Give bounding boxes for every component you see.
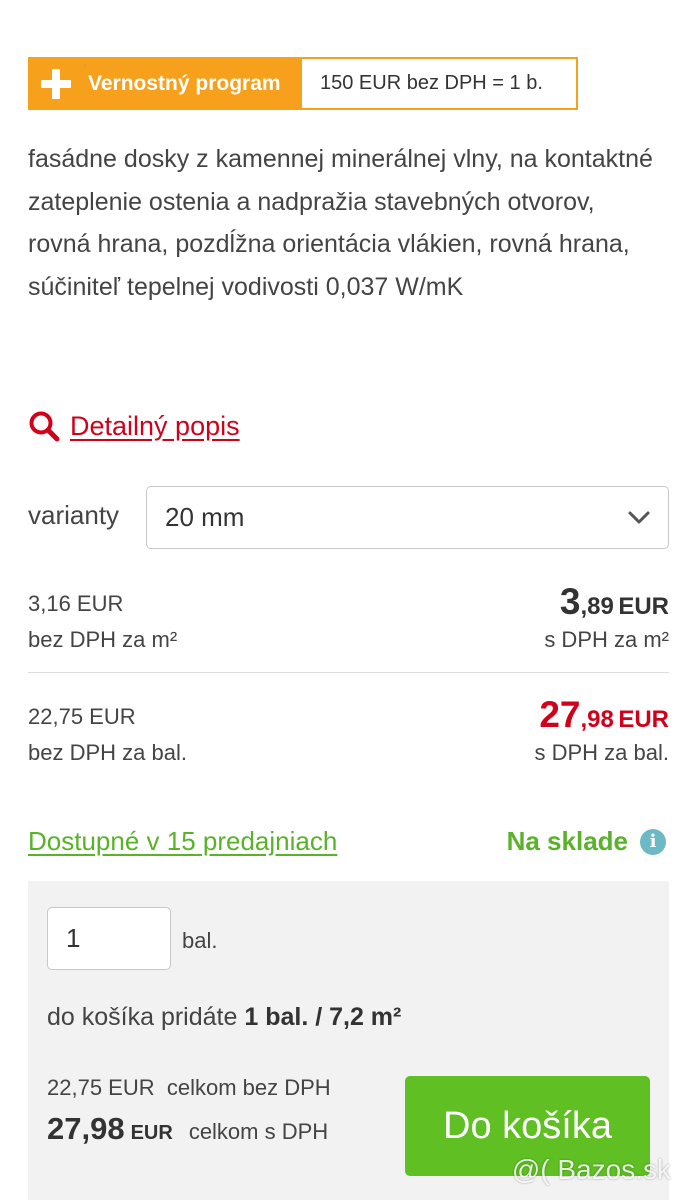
net-total: 22,75 EUR celkom bez DPH xyxy=(47,1075,331,1101)
gross-price-int: 27 xyxy=(539,694,581,735)
loyalty-banner[interactable]: Vernostný program 150 EUR bez DPH = 1 b. xyxy=(28,57,578,110)
watermark-logo-icon: @( xyxy=(511,1154,558,1185)
detail-description-link[interactable]: Detailný popis xyxy=(28,410,240,442)
plus-icon xyxy=(41,68,71,99)
net-price-block: 3,16 EUR bez DPH za m² xyxy=(28,584,177,658)
product-description: fasádne dosky z kamennej minerálnej vlny… xyxy=(28,145,653,301)
add-to-cart-panel: bal. do košíka pridáte 1 bal. / 7,2 m² 2… xyxy=(28,881,669,1200)
search-icon xyxy=(29,411,60,442)
cart-summary: do košíka pridáte 1 bal. / 7,2 m² xyxy=(47,1003,401,1032)
stock-status: Na sklade i xyxy=(507,826,666,857)
price-per-m2: 3,16 EUR bez DPH za m² 3,89 EUR s DPH za… xyxy=(28,581,669,658)
net-price-block: 22,75 EUR bez DPH za bal. xyxy=(28,697,187,771)
gross-price-int: 3 xyxy=(559,581,581,622)
net-total-value: 22,75 EUR xyxy=(47,1075,155,1100)
quantity-input[interactable] xyxy=(47,907,171,970)
cart-summary-amount: 1 bal. / 7,2 m² xyxy=(244,1003,402,1031)
info-icon[interactable]: i xyxy=(640,828,666,855)
gross-total-currency: EUR xyxy=(130,1122,173,1144)
variant-label: varianty xyxy=(28,500,120,530)
loyalty-rule: 150 EUR bez DPH = 1 b. xyxy=(320,72,543,94)
variant-selected-value: 20 mm xyxy=(165,502,245,532)
cart-totals: 22,75 EUR celkom bez DPH 27,98 EUR celko… xyxy=(47,1075,331,1147)
cart-summary-prefix: do košíka pridáte xyxy=(47,1003,238,1031)
watermark: @( Bazos.sk xyxy=(512,1154,671,1186)
gross-price-label: s DPH za bal. xyxy=(534,740,670,765)
watermark-text: Bazos.sk xyxy=(557,1154,671,1185)
detail-link-label: Detailný popis xyxy=(70,410,240,441)
gross-price-block: 3,89 EUR s DPH za m² xyxy=(544,581,669,658)
gross-price-dec: ,89 xyxy=(580,593,614,620)
loyalty-title: Vernostný program xyxy=(88,71,281,95)
gross-price: 27,98 EUR xyxy=(535,694,669,735)
divider xyxy=(28,672,669,673)
gross-price-currency: EUR xyxy=(618,706,669,733)
gross-total: 27,98 EUR celkom s DPH xyxy=(47,1111,331,1147)
gross-price-currency: EUR xyxy=(618,593,669,620)
gross-price: 3,89 EUR xyxy=(544,581,669,622)
net-price-label: bez DPH za m² xyxy=(28,627,178,652)
variant-select[interactable]: 20 mm xyxy=(146,486,669,549)
stock-status-text: Na sklade xyxy=(506,826,628,856)
quantity-unit: bal. xyxy=(182,928,218,953)
net-price-label: bez DPH za bal. xyxy=(28,740,187,765)
net-price: 22,75 EUR xyxy=(28,704,136,729)
net-price: 3,16 EUR xyxy=(28,591,124,616)
stores-availability-link[interactable]: Dostupné v 15 predajniach xyxy=(28,826,337,857)
gross-price-label: s DPH za m² xyxy=(544,627,669,652)
gross-total-label: celkom s DPH xyxy=(188,1119,329,1144)
chevron-down-icon xyxy=(628,511,650,523)
gross-price-block: 27,98 EUR s DPH za bal. xyxy=(534,694,670,771)
price-per-pack: 22,75 EUR bez DPH za bal. 27,98 EUR s DP… xyxy=(28,694,670,771)
loyalty-label: Vernostný program xyxy=(30,59,302,108)
gross-total-value: 27,98 xyxy=(47,1111,125,1146)
net-total-label: celkom bez DPH xyxy=(166,1075,331,1100)
gross-price-dec: ,98 xyxy=(580,706,614,733)
